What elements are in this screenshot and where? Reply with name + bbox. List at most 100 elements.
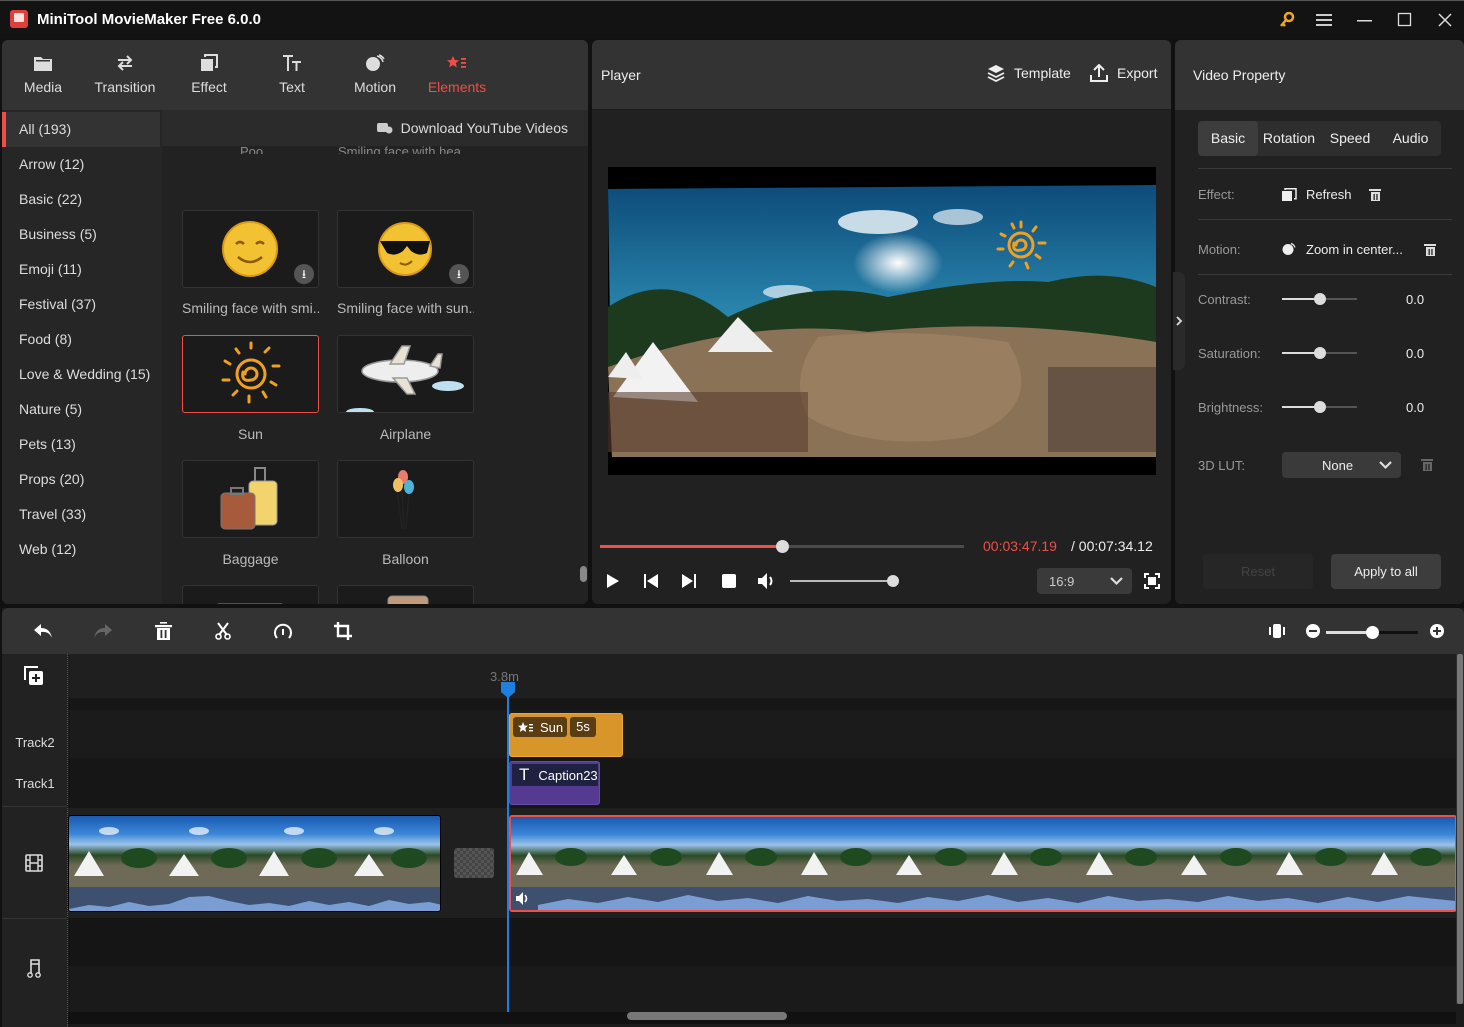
tab-transition[interactable]: Transition	[84, 40, 166, 110]
element-tile[interactable]: ⭳	[337, 210, 474, 288]
saturation-slider[interactable]	[1282, 347, 1357, 359]
playhead-handle[interactable]	[501, 682, 515, 698]
category-item[interactable]: Web (12)	[2, 532, 160, 567]
menu-icon[interactable]	[1309, 7, 1339, 33]
tab-speed[interactable]: Speed	[1320, 121, 1380, 156]
add-track-button[interactable]	[24, 666, 44, 689]
youtube-download-icon	[376, 123, 393, 134]
brightness-knob[interactable]	[1313, 401, 1326, 413]
element-clip-sun[interactable]: Sun 5s	[509, 713, 623, 757]
element-tile[interactable]	[182, 585, 319, 604]
download-icon[interactable]: ⭳	[449, 264, 469, 284]
contrast-knob[interactable]	[1313, 293, 1326, 305]
previous-frame-button[interactable]	[643, 573, 659, 592]
transition-slot[interactable]	[454, 848, 494, 878]
category-item[interactable]: Arrow (12)	[2, 147, 160, 182]
element-tile-selected[interactable]	[182, 335, 319, 413]
effect-value: Refresh	[1306, 187, 1352, 202]
player-title: Player	[601, 67, 641, 83]
tab-motion[interactable]: Motion	[334, 40, 416, 110]
category-item[interactable]: Nature (5)	[2, 392, 160, 427]
zoom-in-button[interactable]	[1424, 619, 1450, 643]
progress-knob[interactable]	[775, 540, 789, 553]
redo-button[interactable]	[90, 619, 116, 643]
playback-progress-slider[interactable]	[600, 540, 964, 553]
volume-slider[interactable]	[790, 575, 899, 587]
category-item[interactable]: Love & Wedding (15)	[2, 357, 160, 392]
split-button[interactable]	[210, 619, 236, 643]
element-tile[interactable]	[182, 460, 319, 538]
video-thumbnails	[69, 816, 440, 887]
horizontal-scroll-thumb[interactable]	[627, 1012, 787, 1020]
lut-dropdown[interactable]: None	[1282, 452, 1401, 478]
tab-elements[interactable]: Elements	[416, 40, 498, 110]
zoom-knob[interactable]	[1365, 626, 1379, 639]
tab-media[interactable]: Media	[2, 40, 84, 110]
delete-effect-icon[interactable]	[1369, 188, 1381, 201]
speed-button[interactable]	[270, 619, 296, 643]
saturation-knob[interactable]	[1313, 347, 1326, 359]
category-item[interactable]: Props (20)	[2, 462, 160, 497]
export-button[interactable]: Export	[1089, 64, 1157, 82]
minimize-icon[interactable]	[1350, 7, 1380, 33]
stop-button[interactable]	[721, 573, 737, 592]
volume-button[interactable]	[757, 572, 777, 593]
timeline-zoom-slider[interactable]	[1326, 626, 1418, 639]
timeline-ruler[interactable]	[68, 654, 1456, 698]
lut-value: None	[1322, 458, 1354, 473]
category-item[interactable]: Pets (13)	[2, 427, 160, 462]
tab-basic[interactable]: Basic	[1198, 121, 1258, 156]
library-scrollbar[interactable]	[580, 566, 587, 582]
tab-rotation[interactable]: Rotation	[1258, 121, 1320, 156]
element-tile[interactable]	[337, 460, 474, 538]
category-item[interactable]: Business (5)	[2, 217, 160, 252]
text-clip-caption[interactable]: T Caption23	[509, 761, 600, 805]
category-item[interactable]: Festival (37)	[2, 287, 160, 322]
delete-button[interactable]	[150, 619, 176, 643]
element-tile[interactable]	[337, 335, 474, 413]
delete-motion-icon[interactable]	[1424, 243, 1436, 256]
vertical-scroll-thumb[interactable]	[1457, 654, 1463, 1004]
tab-text[interactable]: Text	[251, 40, 333, 110]
library-toolbar: Media Transition Effect Text Motion Elem…	[2, 40, 588, 110]
download-youtube-link[interactable]: Download YouTube Videos	[162, 110, 588, 146]
brightness-slider[interactable]	[1282, 401, 1357, 413]
video-clip[interactable]	[68, 815, 441, 912]
aspect-ratio-dropdown[interactable]: 16:9	[1037, 568, 1132, 594]
delete-lut-icon[interactable]	[1421, 458, 1433, 471]
fullscreen-button[interactable]	[1144, 573, 1160, 592]
video-preview[interactable]	[608, 167, 1156, 475]
download-icon[interactable]: ⭳	[294, 264, 314, 284]
timeline-vertical-scrollbar[interactable]	[1456, 654, 1464, 1004]
clip-volume-icon[interactable]	[516, 892, 530, 905]
category-item[interactable]: Basic (22)	[2, 182, 160, 217]
collapse-panel-handle[interactable]	[1173, 272, 1185, 370]
element-tile[interactable]: ⭳	[182, 210, 319, 288]
close-icon[interactable]	[1430, 7, 1460, 33]
next-frame-button[interactable]	[681, 573, 697, 592]
key-icon[interactable]	[1272, 7, 1302, 33]
play-button[interactable]	[606, 573, 620, 592]
crop-icon	[334, 622, 352, 640]
crop-button[interactable]	[330, 619, 356, 643]
element-caption: Smiling face with smi...	[182, 300, 319, 316]
video-clip-selected[interactable]	[509, 815, 1457, 912]
reset-button[interactable]: Reset	[1203, 554, 1313, 589]
volume-knob[interactable]	[887, 575, 899, 587]
category-item[interactable]: All (193)	[2, 112, 160, 147]
export-icon	[1090, 64, 1108, 82]
maximize-icon[interactable]	[1390, 7, 1420, 33]
element-tile[interactable]	[337, 585, 474, 604]
category-item[interactable]: Travel (33)	[2, 497, 160, 532]
timeline-horizontal-scrollbar[interactable]	[68, 1012, 1456, 1024]
fit-zoom-button[interactable]	[1264, 619, 1290, 643]
template-button[interactable]: Template	[987, 64, 1071, 82]
undo-button[interactable]	[30, 619, 56, 643]
contrast-slider[interactable]	[1282, 293, 1357, 305]
apply-to-all-button[interactable]: Apply to all	[1331, 554, 1441, 589]
tab-effect[interactable]: Effect	[168, 40, 250, 110]
zoom-out-button[interactable]	[1300, 619, 1326, 643]
tab-audio[interactable]: Audio	[1380, 121, 1441, 156]
category-item[interactable]: Food (8)	[2, 322, 160, 357]
category-item[interactable]: Emoji (11)	[2, 252, 160, 287]
